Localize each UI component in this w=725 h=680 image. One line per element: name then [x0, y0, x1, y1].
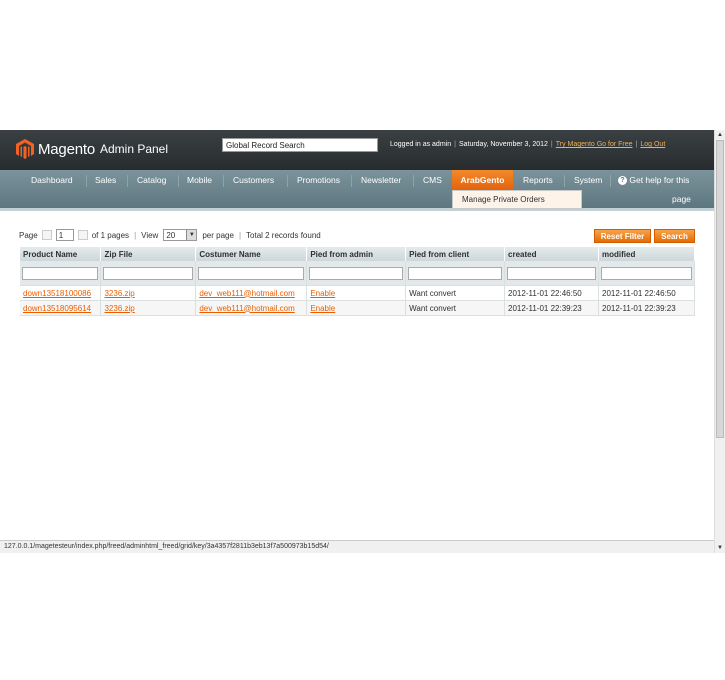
orders-grid: Product Name Zip File Costumer Name Pied…	[20, 247, 695, 316]
magento-logo[interactable]: Magento Admin Panel	[16, 139, 168, 159]
created-cell: 2012-11-01 22:46:50	[504, 285, 599, 301]
logo-subtitle: Admin Panel	[99, 142, 169, 156]
modified-cell: 2012-11-01 22:39:23	[598, 300, 695, 316]
help-icon: ?	[618, 176, 627, 186]
per-page-select[interactable]: 20 ▼	[163, 229, 198, 241]
nav-reports[interactable]: Reports	[523, 170, 553, 190]
browser-viewport: Magento Admin Panel Global Record Search…	[0, 130, 725, 553]
zip-file-link[interactable]: 3236.zip	[104, 289, 134, 298]
table-row[interactable]: down13518095614 3236.zip dev_web111@hotm…	[20, 300, 695, 316]
pied-client-cell: Want convert	[405, 285, 506, 301]
nav-sales[interactable]: Sales	[95, 170, 116, 190]
grid-pager: Page 1 of 1 pages | View 20 ▼ per page |…	[19, 229, 321, 241]
admin-header: Magento Admin Panel Global Record Search…	[0, 130, 714, 170]
created-cell: 2012-11-01 22:39:23	[504, 300, 599, 316]
pied-admin-link[interactable]: Enable	[310, 304, 335, 313]
help-text: Get help for this	[629, 175, 690, 185]
table-row[interactable]: down13518100086 3236.zip dev_web111@hotm…	[20, 285, 695, 301]
filter-costumer-name-input[interactable]	[198, 266, 305, 280]
costumer-email-link[interactable]: dev_web111@hotmail.com	[199, 304, 294, 313]
per-page-text: per page	[202, 230, 234, 240]
view-label: View	[141, 230, 159, 240]
page-number-input[interactable]: 1	[55, 229, 74, 241]
product-name-link[interactable]: down13518100086	[23, 289, 91, 298]
logo-text: Magento	[38, 140, 95, 158]
filter-product-name-input[interactable]	[22, 266, 99, 280]
scroll-up-icon[interactable]: ▲	[715, 130, 725, 140]
logout-link[interactable]: Log Out	[640, 141, 665, 148]
of-pages-text: of 1 pages	[91, 230, 130, 240]
nav-dashboard[interactable]: Dashboard	[31, 170, 73, 190]
filter-pied-admin-input[interactable]	[309, 266, 404, 280]
scrollbar-thumb[interactable]	[716, 140, 724, 438]
total-records-text: Total 2 records found	[246, 230, 321, 240]
col-modified[interactable]: modified	[598, 247, 695, 261]
logged-in-text: Logged in as admin	[390, 141, 452, 148]
reset-filter-button[interactable]: Reset Filter	[594, 229, 651, 243]
header-date: Saturday, November 3, 2012	[458, 141, 548, 148]
col-zip-file[interactable]: Zip File	[100, 247, 197, 261]
help-link[interactable]: ? Get help for this	[618, 174, 708, 186]
nav-system[interactable]: System	[574, 170, 602, 190]
status-bar-url: 127.0.0.1/magetesteur/index.php/freed/ad…	[0, 540, 714, 553]
main-nav: Dashboard Sales Catalog Mobile Customers…	[0, 170, 714, 208]
nav-bottom-bar	[0, 208, 714, 211]
product-name-link[interactable]: down13518095614	[23, 304, 91, 313]
try-magento-go-link[interactable]: Try Magento Go for Free	[556, 141, 633, 148]
nav-promotions[interactable]: Promotions	[297, 170, 340, 190]
filter-modified-input[interactable]	[601, 266, 692, 280]
col-product-name[interactable]: Product Name	[20, 247, 102, 261]
filter-pied-client-input[interactable]	[408, 266, 503, 280]
pied-admin-link[interactable]: Enable	[310, 289, 335, 298]
next-page-icon[interactable]	[77, 230, 88, 240]
grid-filter-row	[20, 261, 695, 286]
nav-customers[interactable]: Customers	[233, 170, 274, 190]
col-pied-from-admin[interactable]: Pied from admin	[306, 247, 407, 261]
nav-cms[interactable]: CMS	[423, 170, 442, 190]
col-created[interactable]: created	[504, 247, 599, 261]
costumer-email-link[interactable]: dev_web111@hotmail.com	[199, 289, 294, 298]
nav-newsletter[interactable]: Newsletter	[361, 170, 401, 190]
menu-item-manage-private-orders[interactable]: Manage Private Orders	[452, 190, 582, 209]
magento-logo-icon	[16, 139, 34, 159]
page-label: Page	[19, 230, 38, 240]
zip-file-link[interactable]: 3236.zip	[104, 304, 134, 313]
nav-arabgento[interactable]: ArabGento	[452, 170, 513, 190]
modified-cell: 2012-11-01 22:46:50	[598, 285, 695, 301]
filter-zip-file-input[interactable]	[103, 266, 194, 280]
per-page-value: 20	[166, 230, 176, 240]
search-button[interactable]: Search	[654, 229, 695, 243]
global-search-input[interactable]: Global Record Search	[222, 138, 378, 152]
vertical-scrollbar[interactable]: ▲ ▼	[714, 130, 725, 553]
help-text-page[interactable]: page	[672, 194, 691, 204]
filter-created-input[interactable]	[507, 266, 596, 280]
nav-catalog[interactable]: Catalog	[137, 170, 166, 190]
col-pied-from-client[interactable]: Pied from client	[405, 247, 506, 261]
pied-client-cell: Want convert	[405, 300, 506, 316]
scroll-down-icon[interactable]: ▼	[715, 543, 725, 553]
nav-mobile[interactable]: Mobile	[187, 170, 212, 190]
col-costumer-name[interactable]: Costumer Name	[195, 247, 308, 261]
header-user-info: Logged in as admin | Saturday, November 3,…	[390, 141, 666, 148]
prev-page-icon[interactable]	[41, 230, 52, 240]
grid-header-row: Product Name Zip File Costumer Name Pied…	[20, 247, 695, 261]
chevron-down-icon: ▼	[186, 230, 197, 240]
